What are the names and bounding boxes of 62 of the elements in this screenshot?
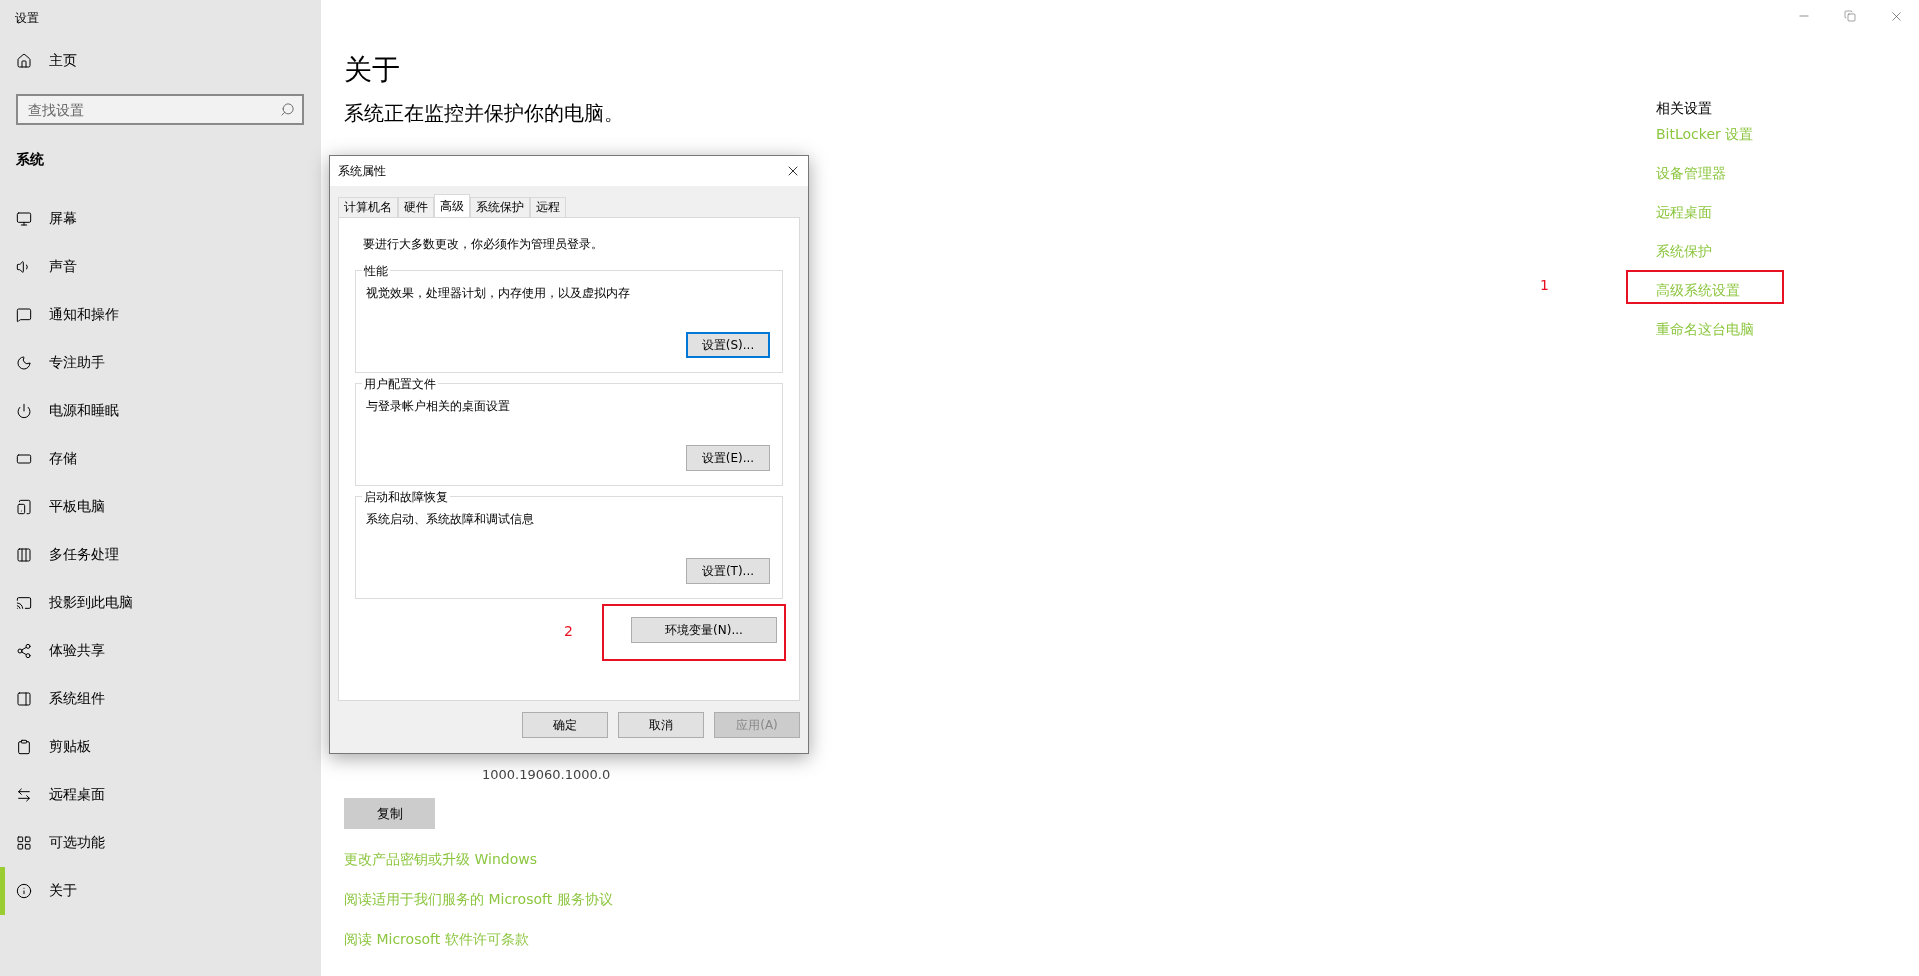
group-title: 启动和故障恢复 xyxy=(362,489,450,506)
tab[interactable]: 远程 xyxy=(530,197,566,217)
settings-button[interactable]: 设置(T)... xyxy=(686,558,770,584)
nav-item[interactable]: 专注助手 xyxy=(0,339,321,387)
nav-item[interactable]: 体验共享 xyxy=(0,627,321,675)
dialog-button[interactable]: 取消 xyxy=(618,712,704,738)
nav-item[interactable]: 屏幕 xyxy=(0,195,321,243)
status-text: 系统正在监控并保护你的电脑。 xyxy=(344,100,624,127)
nav-item[interactable]: 系统组件 xyxy=(0,675,321,723)
settings-button[interactable]: 设置(S)... xyxy=(686,332,770,358)
nav-item[interactable]: 通知和操作 xyxy=(0,291,321,339)
group-description: 系统启动、系统故障和调试信息 xyxy=(366,511,535,528)
tab[interactable]: 高级 xyxy=(434,194,470,218)
version-text: 1000.19060.1000.0 xyxy=(482,767,612,782)
page-title: 关于 xyxy=(344,52,401,88)
annotation-number: 1 xyxy=(1540,277,1549,293)
nav-icon xyxy=(16,787,32,803)
nav-icon xyxy=(16,595,32,611)
group-description: 视觉效果，处理器计划，内存使用，以及虚拟内存 xyxy=(366,285,631,302)
nav-icon xyxy=(16,547,32,563)
nav-icon xyxy=(16,355,32,371)
dialog-title: 系统属性 xyxy=(338,162,386,180)
nav-icon xyxy=(16,307,32,323)
search-field[interactable]: 查找设置 xyxy=(16,94,304,125)
nav-icon xyxy=(16,451,32,467)
environment-variables-button[interactable]: 环境变量(N)... xyxy=(631,617,777,643)
tab[interactable]: 系统保护 xyxy=(470,197,530,217)
nav-icon xyxy=(16,691,32,707)
admin-note: 要进行大多数更改，你必须作为管理员登录。 xyxy=(362,236,604,253)
nav-icon xyxy=(16,499,32,515)
group-title: 性能 xyxy=(362,263,390,280)
nav-item[interactable]: 多任务处理 xyxy=(0,531,321,579)
group-title: 用户配置文件 xyxy=(362,376,438,393)
tab[interactable]: 硬件 xyxy=(398,197,434,217)
section-heading: 系统 xyxy=(15,150,45,169)
window-title: 设置 xyxy=(14,10,40,27)
settings-button[interactable]: 设置(E)... xyxy=(686,445,770,471)
nav-item[interactable]: 远程桌面 xyxy=(0,771,321,819)
restore-icon xyxy=(1844,10,1856,22)
nav-icon xyxy=(16,835,32,851)
nav-icon xyxy=(16,883,32,899)
nav-item[interactable]: 投影到此电脑 xyxy=(0,579,321,627)
dialog-button[interactable]: 确定 xyxy=(522,712,608,738)
nav-item[interactable]: 存储 xyxy=(0,435,321,483)
tab[interactable]: 计算机名 xyxy=(338,197,398,217)
nav-icon xyxy=(16,403,32,419)
nav-icon xyxy=(16,211,32,227)
nav-item[interactable]: 剪贴板 xyxy=(0,723,321,771)
home-nav-item[interactable]: 主页 xyxy=(0,38,321,84)
nav-icon xyxy=(16,643,32,659)
nav-item[interactable]: 关于 xyxy=(0,867,321,915)
nav-item[interactable]: 声音 xyxy=(0,243,321,291)
group-description: 与登录帐户相关的桌面设置 xyxy=(366,398,511,415)
copy-button[interactable]: 复制 xyxy=(344,798,435,829)
search-icon xyxy=(280,102,295,117)
nav-icon xyxy=(16,739,32,755)
home-icon xyxy=(16,53,32,69)
nav-item[interactable]: 可选功能 xyxy=(0,819,321,867)
annotation-number: 2 xyxy=(564,623,573,639)
nav-item[interactable]: 平板电脑 xyxy=(0,483,321,531)
nav-item[interactable]: 电源和睡眠 xyxy=(0,387,321,435)
related-heading: 相关设置 xyxy=(1656,100,1713,118)
